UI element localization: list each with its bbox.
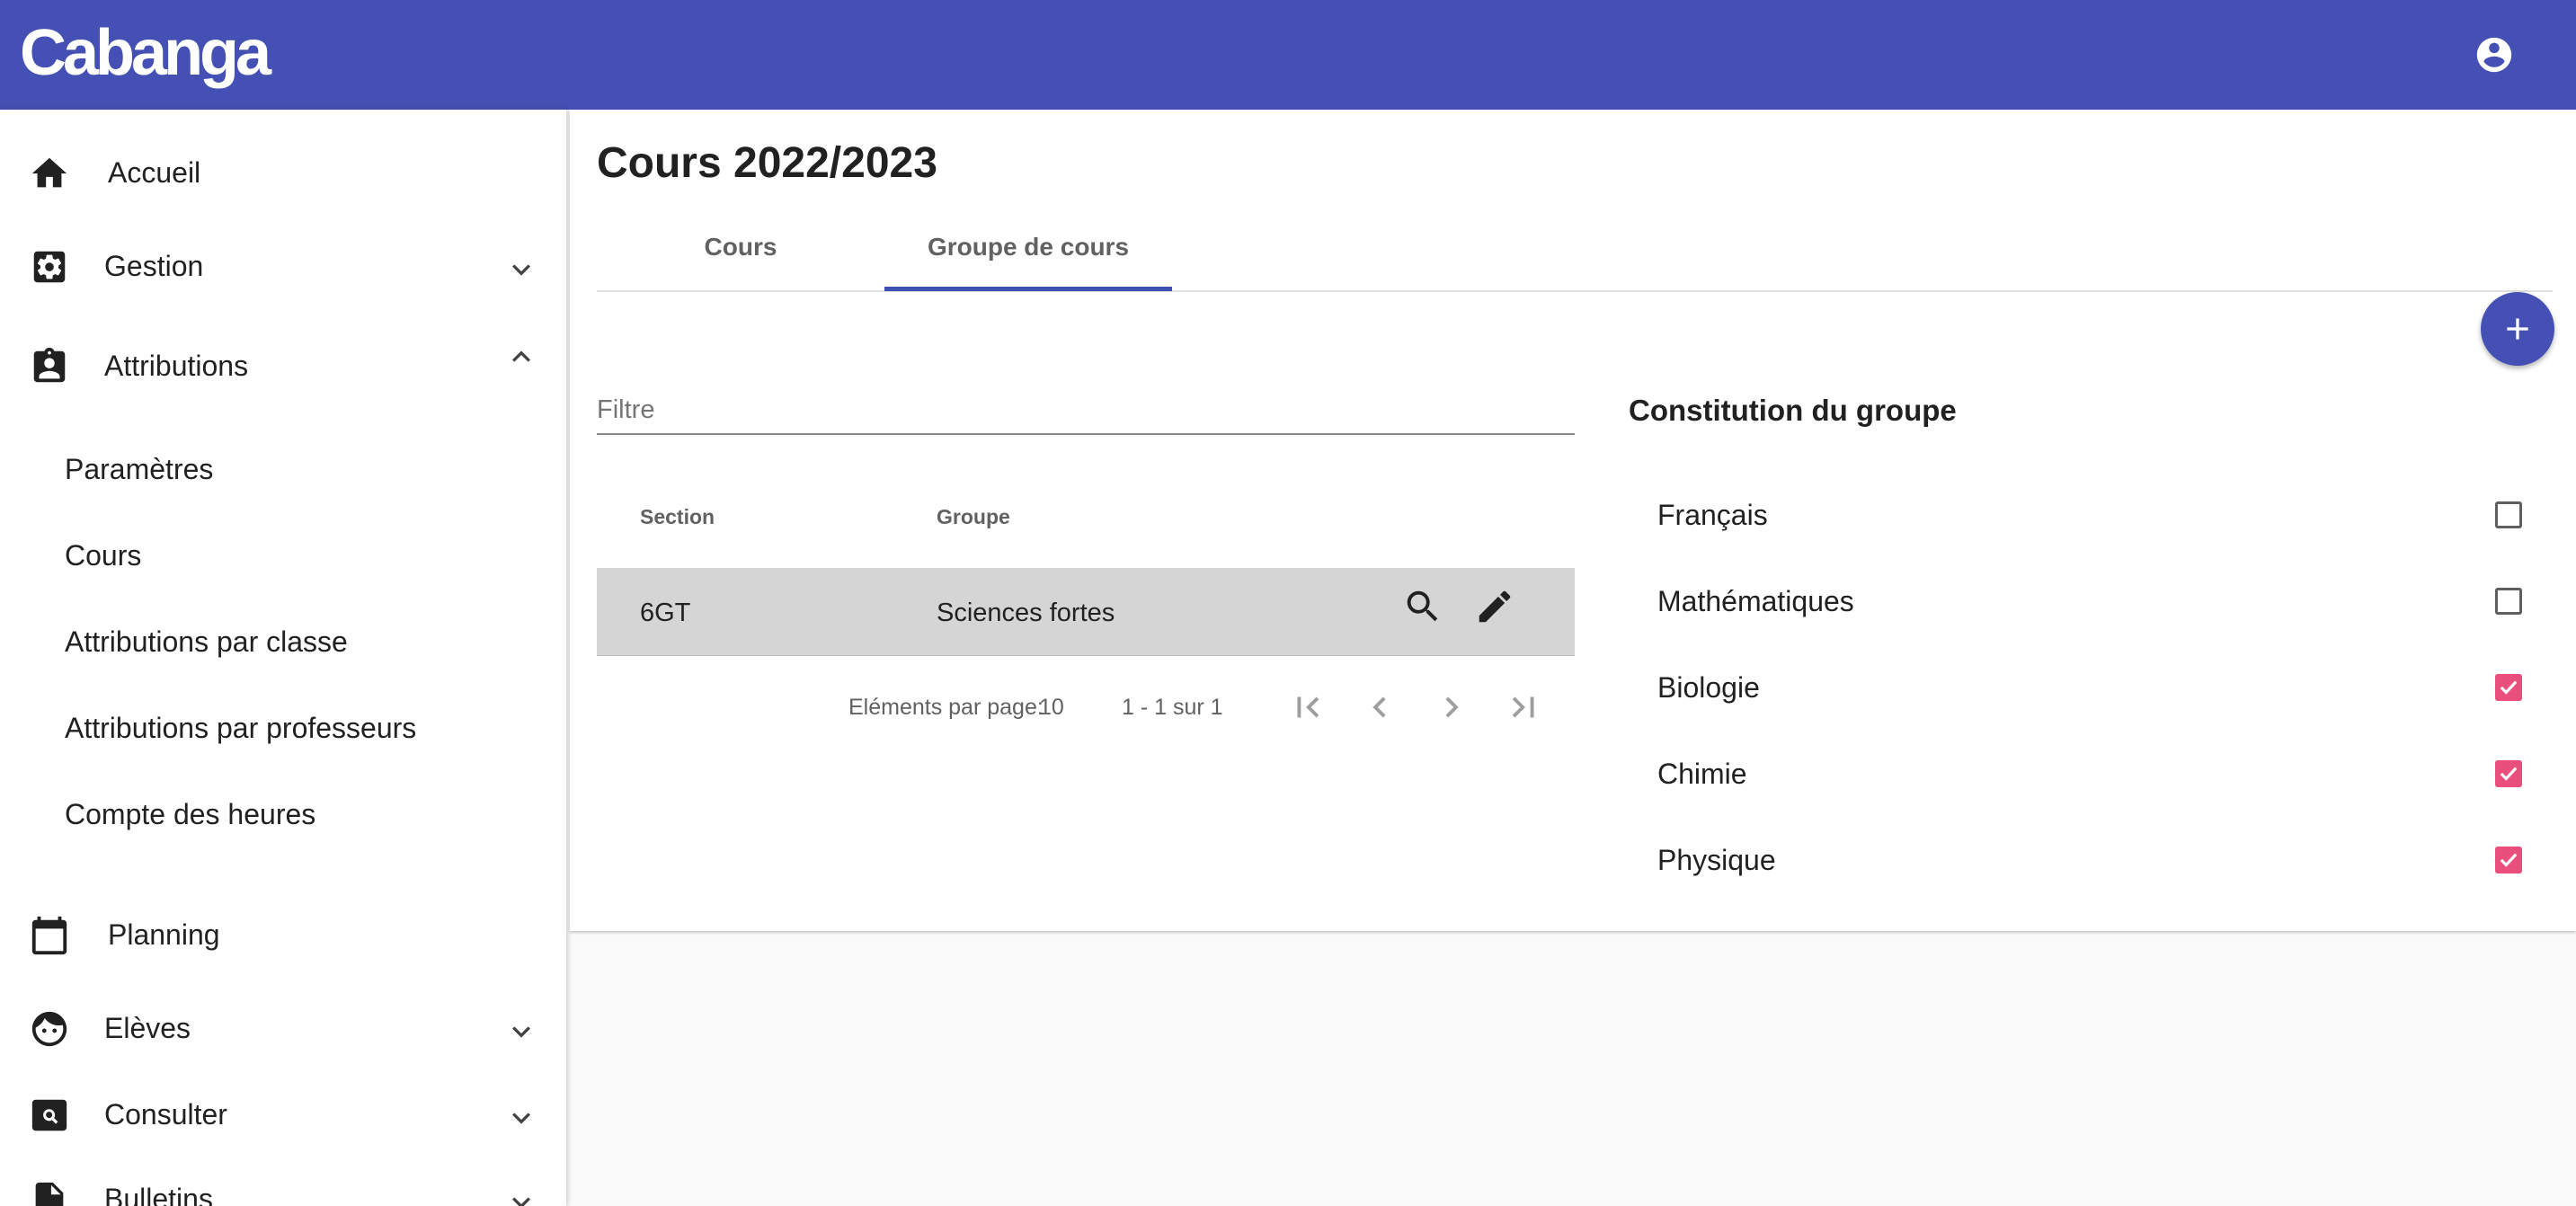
last-page-icon[interactable] — [1503, 687, 1544, 728]
calendar-icon — [31, 916, 67, 955]
sidebar-item-gestion[interactable]: Gestion — [0, 226, 566, 307]
column-header-groupe[interactable]: Groupe — [937, 503, 1010, 530]
file-icon — [35, 1182, 64, 1206]
filter-underline — [597, 433, 1575, 435]
tab-active-indicator — [884, 287, 1172, 291]
paginator-items-per-page-select[interactable]: 10 — [1039, 692, 1064, 723]
previous-page-icon[interactable] — [1359, 687, 1400, 728]
search-icon[interactable] — [1402, 586, 1443, 627]
sidebar-item-consulter[interactable]: Consulter — [0, 1075, 566, 1156]
tab-groupe-de-cours[interactable]: Groupe de cours — [884, 225, 1172, 291]
page-title: Cours 2022/2023 — [597, 139, 937, 187]
chevron-up-icon — [512, 350, 530, 362]
option-label-chimie: Chimie — [1657, 758, 1747, 790]
option-label-francais: Français — [1657, 499, 1768, 531]
chevron-down-icon — [512, 1026, 530, 1038]
paginator-items-per-page-label: Eléments par page: — [848, 695, 1044, 720]
sidebar-subitem-compte-des-heures[interactable]: Compte des heures — [65, 796, 315, 832]
sidebar-item-label: Consulter — [104, 1098, 227, 1131]
checkbox-physique[interactable] — [2495, 847, 2522, 873]
app-toolbar: Cabanga — [0, 0, 2576, 110]
sidebar-subitem-cours[interactable]: Cours — [65, 537, 141, 573]
sidebar-subitem-attributions-par-classe[interactable]: Attributions par classe — [65, 624, 348, 660]
option-label-mathematiques: Mathématiques — [1657, 585, 1854, 617]
sidebar-item-attributions[interactable]: Attributions — [0, 326, 566, 407]
sidebar-item-label: Planning — [108, 918, 220, 951]
edit-icon[interactable] — [1474, 586, 1515, 627]
group-composition-title: Constitution du groupe — [1629, 394, 1957, 427]
sidebar: Accueil Gestion Attributions Paramètres … — [0, 110, 566, 1206]
sidebar-item-accueil[interactable]: Accueil — [0, 133, 566, 214]
sidebar-item-bulletins[interactable]: Bulletins — [0, 1161, 566, 1206]
check-icon — [2500, 767, 2518, 781]
app-logo[interactable]: Cabanga — [20, 13, 271, 93]
checkbox-chimie[interactable] — [2495, 760, 2522, 787]
option-label-physique: Physique — [1657, 844, 1776, 876]
face-icon — [31, 1011, 67, 1047]
sidebar-subitem-parametres[interactable]: Paramètres — [65, 451, 213, 487]
next-page-icon[interactable] — [1431, 687, 1472, 728]
check-icon — [2500, 853, 2518, 867]
plus-icon — [2507, 318, 2528, 340]
add-button[interactable] — [2481, 292, 2554, 366]
option-label-biologie: Biologie — [1657, 671, 1760, 704]
paginator-range-label: 1 - 1 sur 1 — [1122, 695, 1223, 720]
sidebar-item-label: Accueil — [108, 156, 201, 189]
chevron-down-icon — [512, 1113, 530, 1124]
sidebar-item-eleves[interactable]: Elèves — [0, 989, 566, 1069]
clipboard-account-icon — [33, 347, 66, 383]
sidebar-subitem-attributions-par-professeurs[interactable]: Attributions par professeurs — [65, 710, 416, 746]
checkbox-francais[interactable] — [2495, 501, 2522, 528]
account-circle-icon[interactable] — [2474, 34, 2515, 75]
filter-input[interactable] — [597, 388, 1575, 435]
table-cell-section: 6GT — [640, 599, 691, 627]
chevron-down-icon — [512, 264, 530, 276]
sidebar-item-label: Attributions — [104, 350, 249, 382]
search-box-icon — [31, 1099, 67, 1131]
table-cell-groupe: Sciences fortes — [937, 599, 1115, 627]
chevron-down-icon — [512, 1197, 530, 1206]
gear-box-icon — [33, 251, 66, 283]
checkbox-biologie[interactable] — [2495, 674, 2522, 701]
first-page-icon[interactable] — [1287, 687, 1328, 728]
checkbox-mathematiques[interactable] — [2495, 588, 2522, 615]
sidebar-item-label: Gestion — [104, 250, 204, 282]
sidebar-item-planning[interactable]: Planning — [0, 895, 566, 976]
check-icon — [2500, 680, 2518, 695]
home-icon — [31, 157, 67, 188]
tab-cours[interactable]: Cours — [597, 225, 884, 291]
sidebar-item-label: Elèves — [104, 1012, 191, 1044]
column-header-section[interactable]: Section — [640, 503, 715, 530]
sidebar-item-label: Bulletins — [104, 1183, 213, 1206]
